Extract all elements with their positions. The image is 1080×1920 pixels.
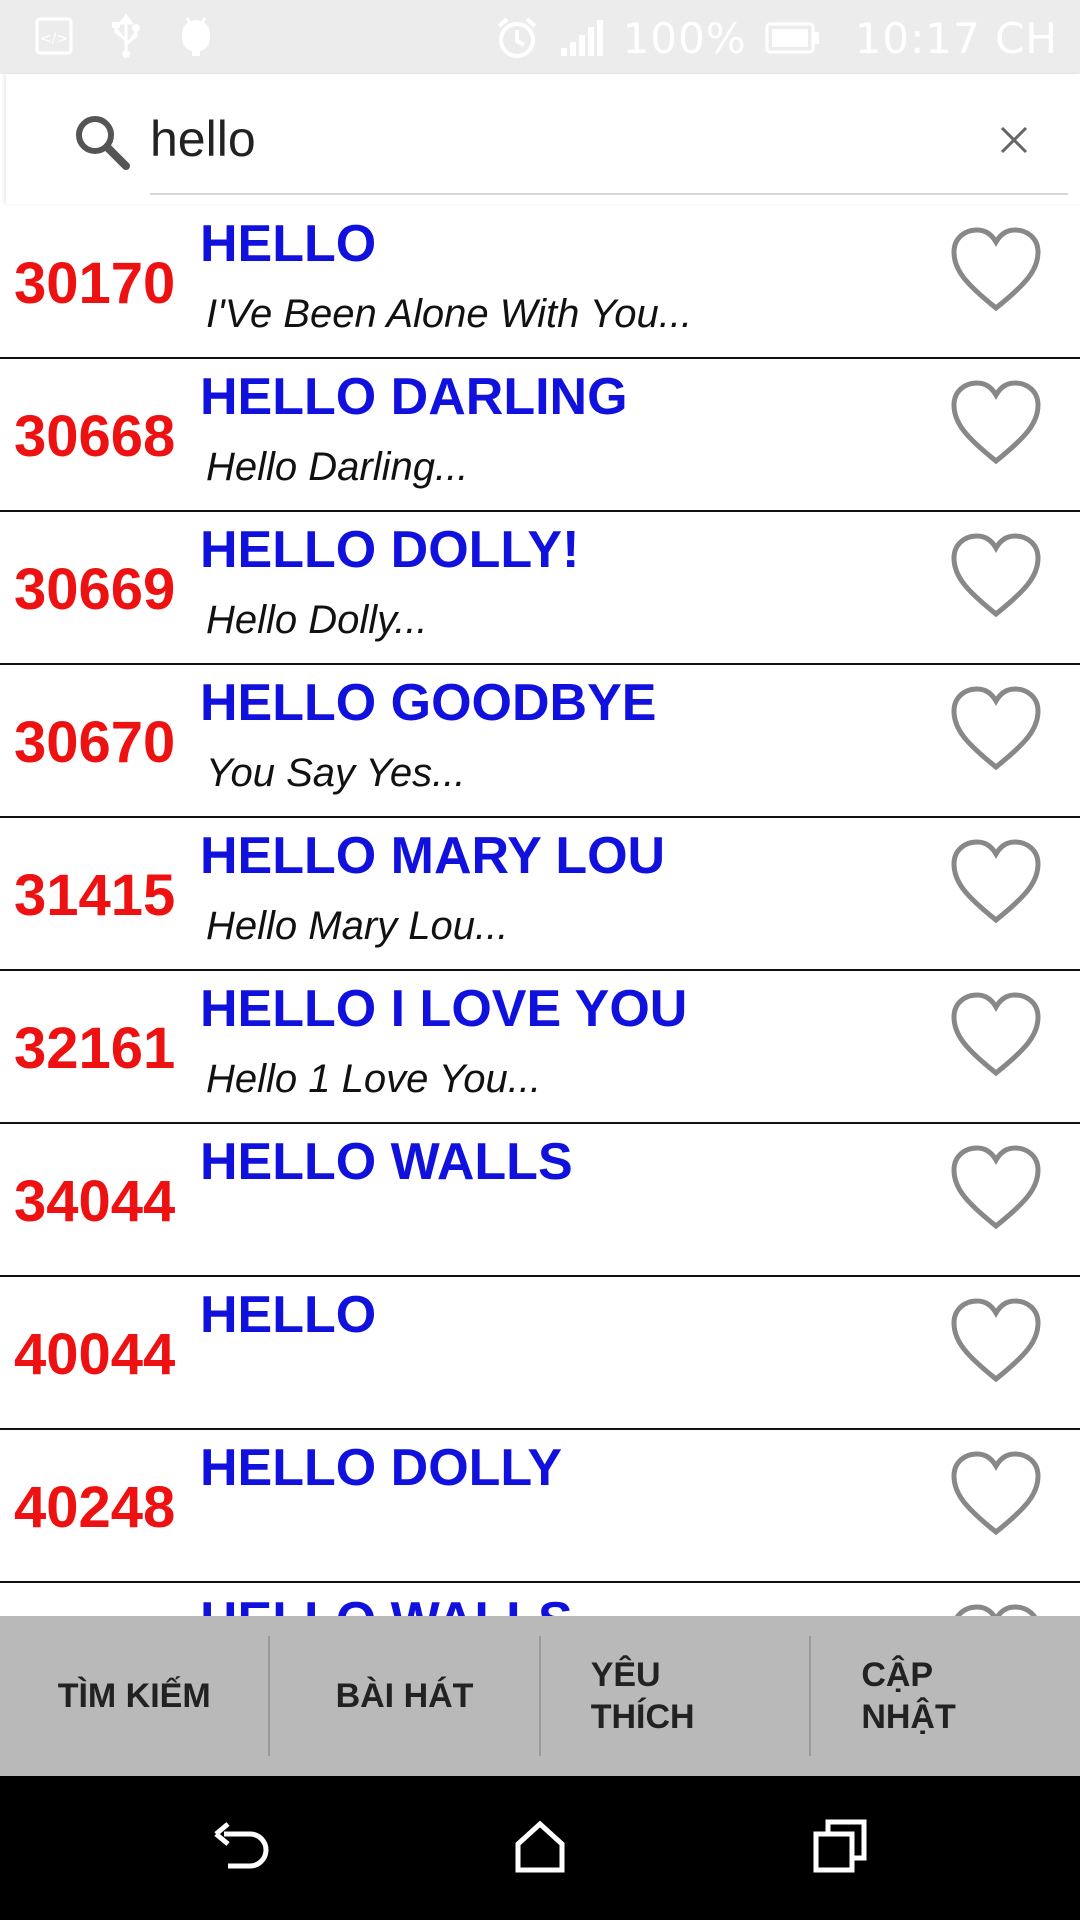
song-title: HELLO: [200, 215, 377, 273]
song-title: HELLO GOODBYE: [200, 674, 657, 732]
list-item[interactable]: HELLO WALLS: [0, 1583, 1080, 1616]
recent-apps-icon[interactable]: [810, 1816, 870, 1881]
android-debug-icon: [178, 14, 214, 58]
song-title: HELLO DOLLY: [200, 1439, 563, 1497]
song-lyric: Hello Mary Lou...: [206, 904, 509, 948]
song-list[interactable]: 30170 HELLO I'Ve Been Alone With You... …: [0, 206, 1080, 1616]
song-title: HELLO MARY LOU: [200, 827, 666, 885]
search-icon[interactable]: [72, 112, 132, 177]
signal-icon: [559, 18, 605, 58]
tab-songs[interactable]: BÀI HÁT: [270, 1616, 538, 1776]
song-number: 31415: [14, 863, 176, 928]
song-title: HELLO: [200, 1286, 377, 1344]
heart-icon[interactable]: [948, 1297, 1044, 1392]
heart-icon[interactable]: [948, 838, 1044, 933]
heart-icon[interactable]: [948, 1144, 1044, 1239]
list-item[interactable]: 31415 HELLO MARY LOU Hello Mary Lou...: [0, 818, 1080, 971]
list-item[interactable]: 40248 HELLO DOLLY: [0, 1430, 1080, 1583]
list-item[interactable]: 30669 HELLO DOLLY! Hello Dolly...: [0, 512, 1080, 665]
tab-favorites[interactable]: YÊU THÍCH: [541, 1616, 810, 1776]
heart-icon[interactable]: [948, 991, 1044, 1086]
song-lyric: Hello Dolly...: [206, 598, 428, 642]
tab-label: CẬP NHẬT: [861, 1656, 956, 1736]
song-lyric: I'Ve Been Alone With You...: [206, 292, 693, 336]
search-underline: [150, 193, 1068, 195]
tab-search[interactable]: TÌM KIẾM: [0, 1616, 268, 1776]
back-icon[interactable]: [212, 1816, 272, 1881]
clock: 10:17 CH: [854, 13, 1058, 63]
list-item[interactable]: 30170 HELLO I'Ve Been Alone With You...: [0, 206, 1080, 359]
song-title: HELLO WALLS: [200, 1133, 573, 1191]
tab-update[interactable]: CẬP NHẬT: [811, 1616, 1080, 1776]
tab-label: YÊU THÍCH: [590, 1656, 695, 1736]
tab-label: TÌM KIẾM: [57, 1676, 211, 1715]
battery-percent: 100%: [622, 13, 747, 63]
battery-icon: [765, 22, 821, 54]
song-number: 30669: [14, 557, 176, 622]
song-lyric: Hello Darling...: [206, 445, 469, 489]
song-title: HELLO I LOVE YOU: [200, 980, 688, 1038]
heart-icon[interactable]: [948, 532, 1044, 627]
alarm-icon: [493, 14, 541, 62]
heart-icon[interactable]: [948, 379, 1044, 474]
heart-icon[interactable]: [948, 1603, 1044, 1616]
list-item[interactable]: 30670 HELLO GOODBYE You Say Yes...: [0, 665, 1080, 818]
song-title: HELLO WALLS: [200, 1591, 573, 1616]
developer-code-icon: </>: [34, 16, 74, 56]
tab-label: BÀI HÁT: [335, 1676, 474, 1715]
song-number: 30170: [14, 251, 176, 316]
usb-icon: [108, 14, 144, 58]
song-lyric: You Say Yes...: [206, 751, 466, 795]
system-nav-bar: [0, 1776, 1080, 1920]
close-icon[interactable]: [998, 124, 1030, 161]
heart-icon[interactable]: [948, 1450, 1044, 1545]
song-title: HELLO DARLING: [200, 368, 628, 426]
song-lyric: Hello 1 Love You...: [206, 1057, 542, 1101]
song-number: 30668: [14, 404, 176, 469]
search-input[interactable]: [150, 104, 930, 174]
bottom-tab-bar: TÌM KIẾM BÀI HÁT YÊU THÍCH CẬP NHẬT: [0, 1616, 1080, 1776]
status-bar: </> 100% 10:17 CH: [0, 0, 1080, 74]
list-item[interactable]: 34044 HELLO WALLS: [0, 1124, 1080, 1277]
song-number: 40044: [14, 1322, 176, 1387]
list-item[interactable]: 40044 HELLO: [0, 1277, 1080, 1430]
song-number: 40248: [14, 1475, 176, 1540]
home-icon[interactable]: [510, 1816, 570, 1881]
song-title: HELLO DOLLY!: [200, 521, 580, 579]
svg-text:</>: </>: [40, 31, 68, 47]
heart-icon[interactable]: [948, 685, 1044, 780]
list-item[interactable]: 30668 HELLO DARLING Hello Darling...: [0, 359, 1080, 512]
song-number: 34044: [14, 1169, 176, 1234]
heart-icon[interactable]: [948, 226, 1044, 321]
song-number: 30670: [14, 710, 176, 775]
search-bar: [6, 74, 1080, 204]
list-item[interactable]: 32161 HELLO I LOVE YOU Hello 1 Love You.…: [0, 971, 1080, 1124]
song-number: 32161: [14, 1016, 176, 1081]
